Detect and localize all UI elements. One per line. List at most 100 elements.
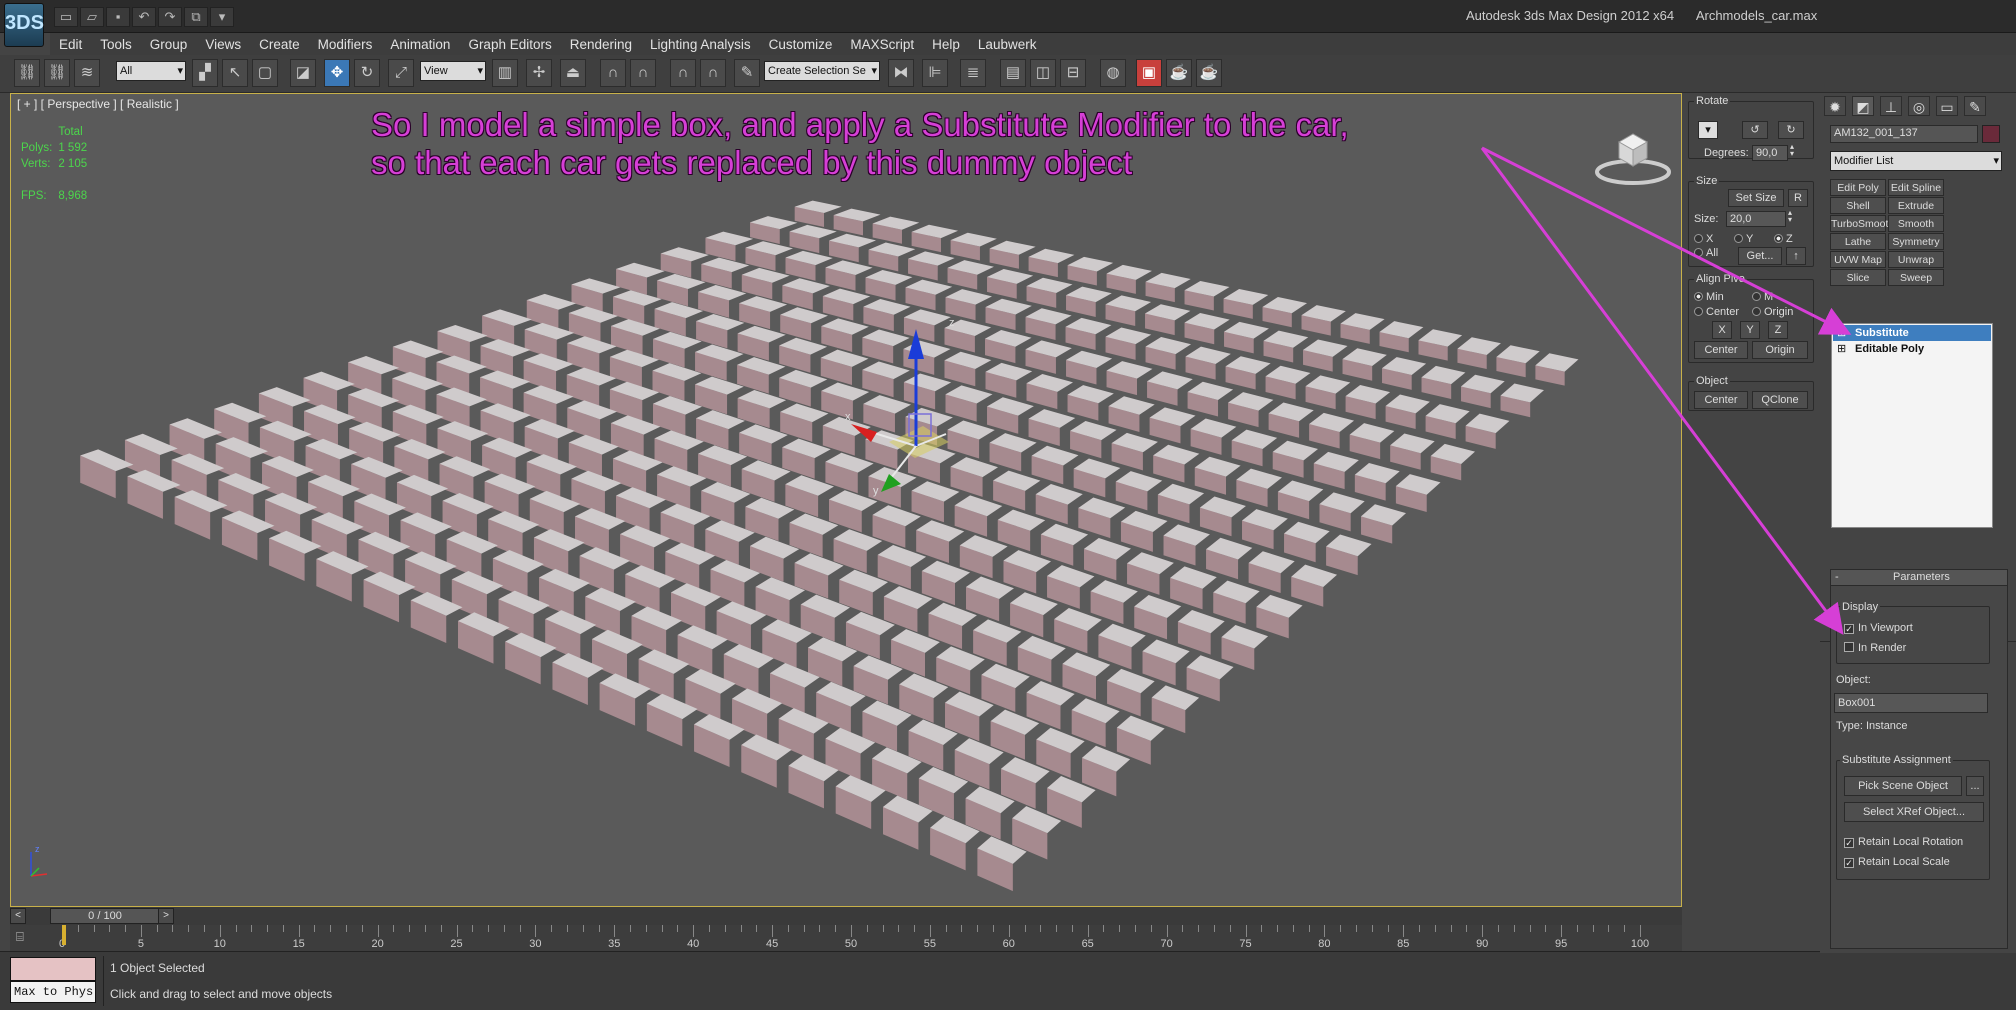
pivot-center-radio[interactable]: Center <box>1694 306 1739 318</box>
select-and-rotate-icon[interactable]: ↻ <box>354 59 380 87</box>
car-proxy-box[interactable] <box>1084 538 1131 581</box>
car-proxy-box[interactable] <box>653 395 703 436</box>
modifier-button-lathe[interactable]: Lathe <box>1830 233 1886 250</box>
selection-filter-dropdown[interactable]: All <box>116 61 186 81</box>
named-selection-dropdown[interactable]: Create Selection Se <box>764 61 880 81</box>
car-proxy-box[interactable] <box>1213 580 1260 624</box>
car-proxy-box[interactable] <box>1108 396 1155 433</box>
car-proxy-box[interactable] <box>1277 480 1324 520</box>
car-proxy-box[interactable] <box>1225 356 1271 390</box>
menu-tools[interactable]: Tools <box>91 37 141 52</box>
car-proxy-box[interactable] <box>822 288 871 321</box>
menu-maxscript[interactable]: MAXScript <box>841 37 923 52</box>
align-y-button[interactable]: Y <box>1740 321 1760 339</box>
car-proxy-box[interactable] <box>1382 357 1427 390</box>
object-color-swatch[interactable] <box>1982 125 2000 143</box>
car-proxy-box[interactable] <box>1361 504 1407 544</box>
car-proxy-box[interactable] <box>862 329 910 364</box>
car-proxy-box[interactable] <box>1457 337 1501 369</box>
car-proxy-box[interactable] <box>1127 552 1174 595</box>
car-proxy-box[interactable] <box>437 324 488 363</box>
car-proxy-box[interactable] <box>985 298 1032 331</box>
car-proxy-box[interactable] <box>349 421 401 466</box>
set-size-button[interactable]: Set Size <box>1728 189 1784 207</box>
select-by-name-icon[interactable]: ↖ <box>222 59 248 87</box>
car-proxy-box[interactable] <box>985 330 1032 364</box>
car-proxy-box[interactable] <box>1262 297 1308 328</box>
align-origin-button[interactable]: Origin <box>1752 341 1808 359</box>
car-proxy-box[interactable] <box>1184 280 1230 311</box>
axis-x-radio[interactable]: X <box>1694 233 1713 245</box>
car-proxy-box[interactable] <box>782 278 830 310</box>
car-proxy-box[interactable] <box>610 319 660 355</box>
layer-manager-icon[interactable]: ≣ <box>960 59 986 87</box>
time-slider[interactable]: 0 / 100 <box>50 908 160 924</box>
car-proxy-box[interactable] <box>1256 594 1303 639</box>
car-proxy-box[interactable] <box>945 289 993 321</box>
menu-lighting-analysis[interactable]: Lighting Analysis <box>641 37 760 52</box>
axis-z-radio[interactable]: Z <box>1774 233 1793 245</box>
car-proxy-box[interactable] <box>1184 313 1230 345</box>
modifier-stack[interactable]: ⊞ Substitute ⊞ Editable Poly <box>1831 323 1993 528</box>
menu-customize[interactable]: Customize <box>760 37 842 52</box>
modifier-button-symmetry[interactable]: Symmetry <box>1888 233 1944 250</box>
car-proxy-box[interactable] <box>985 362 1033 398</box>
car-proxy-box[interactable] <box>1265 365 1311 400</box>
car-proxy-box[interactable] <box>1070 421 1117 459</box>
car-proxy-box[interactable] <box>566 367 617 407</box>
car-proxy-box[interactable] <box>1303 339 1348 372</box>
car-proxy-box[interactable] <box>480 339 531 378</box>
car-proxy-box[interactable] <box>1221 625 1269 670</box>
car-proxy-box[interactable] <box>1054 607 1102 654</box>
rollout-header[interactable]: - Parameters <box>1831 570 2007 586</box>
car-proxy-box[interactable] <box>1134 595 1182 640</box>
new-file-icon[interactable]: ▭ <box>54 7 78 27</box>
car-proxy-box[interactable] <box>1224 321 1269 354</box>
size-spinner-icon[interactable]: ▴ ▾ <box>1788 209 1792 224</box>
car-proxy-box[interactable] <box>779 369 828 407</box>
curve-editor-icon[interactable]: ◫ <box>1030 59 1056 87</box>
car-proxy-box[interactable] <box>737 325 786 361</box>
car-proxy-box[interactable] <box>1067 256 1114 286</box>
car-proxy-box[interactable] <box>945 385 993 422</box>
car-proxy-box[interactable] <box>1170 566 1217 610</box>
rendered-frame-window-icon[interactable]: ☕ <box>1166 59 1192 87</box>
car-proxy-box[interactable] <box>1340 313 1385 344</box>
motion-tab-icon[interactable]: ◎ <box>1908 96 1930 116</box>
track-bar-filter-icon[interactable]: ⌸ <box>16 929 36 947</box>
car-proxy-box[interactable] <box>1111 432 1158 471</box>
car-proxy-box[interactable] <box>954 495 1003 537</box>
car-proxy-box[interactable] <box>1040 523 1089 566</box>
car-proxy-box[interactable] <box>1026 373 1073 410</box>
modifier-list-dropdown[interactable]: Modifier List <box>1830 151 2002 171</box>
object-center-button[interactable]: Center <box>1694 391 1748 409</box>
car-proxy-box[interactable] <box>1309 412 1355 449</box>
modifier-button-turbosmooth[interactable]: TurboSmooth <box>1830 215 1894 232</box>
modifier-button-unwrap-uvw[interactable]: Unwrap UVW <box>1888 251 1944 282</box>
keyboard-shortcut-override-icon[interactable]: ⏏ <box>560 59 586 87</box>
car-proxy-box[interactable] <box>1151 685 1200 734</box>
bind-space-warp-icon[interactable]: ≋ <box>74 59 100 87</box>
select-manipulate-icon[interactable]: ✢ <box>526 59 552 87</box>
project-folder-icon[interactable]: ⧉ <box>184 7 208 27</box>
car-proxy-box[interactable] <box>944 351 992 387</box>
select-object-icon[interactable]: ▞ <box>192 59 218 87</box>
car-proxy-box[interactable] <box>1025 308 1072 341</box>
pivot-center-icon[interactable]: ▥ <box>492 59 518 87</box>
in-viewport-checkbox[interactable]: ✓ In Viewport <box>1844 622 1913 634</box>
car-proxy-box[interactable] <box>348 356 400 397</box>
car-proxy-box[interactable] <box>1145 272 1191 303</box>
rotate-ccw-icon[interactable]: ↺ <box>1742 121 1768 139</box>
car-proxy-box[interactable] <box>609 349 659 387</box>
car-proxy-box[interactable] <box>1430 443 1475 481</box>
get-button[interactable]: Get... <box>1738 247 1782 265</box>
menu-animation[interactable]: Animation <box>381 37 459 52</box>
perspective-viewport[interactable]: [ + ] [ Perspective ] [ Realistic ] Tota… <box>10 93 1682 907</box>
display-tab-icon[interactable]: ▭ <box>1936 96 1958 116</box>
car-proxy-box[interactable] <box>1500 383 1544 418</box>
expand-icon[interactable]: ⊞ <box>1837 341 1846 357</box>
car-proxy-box[interactable] <box>903 309 951 342</box>
pick-scene-object-button[interactable]: Pick Scene Object <box>1844 776 1962 796</box>
car-proxy-box[interactable] <box>1291 564 1338 607</box>
car-proxy-box[interactable] <box>737 357 786 394</box>
